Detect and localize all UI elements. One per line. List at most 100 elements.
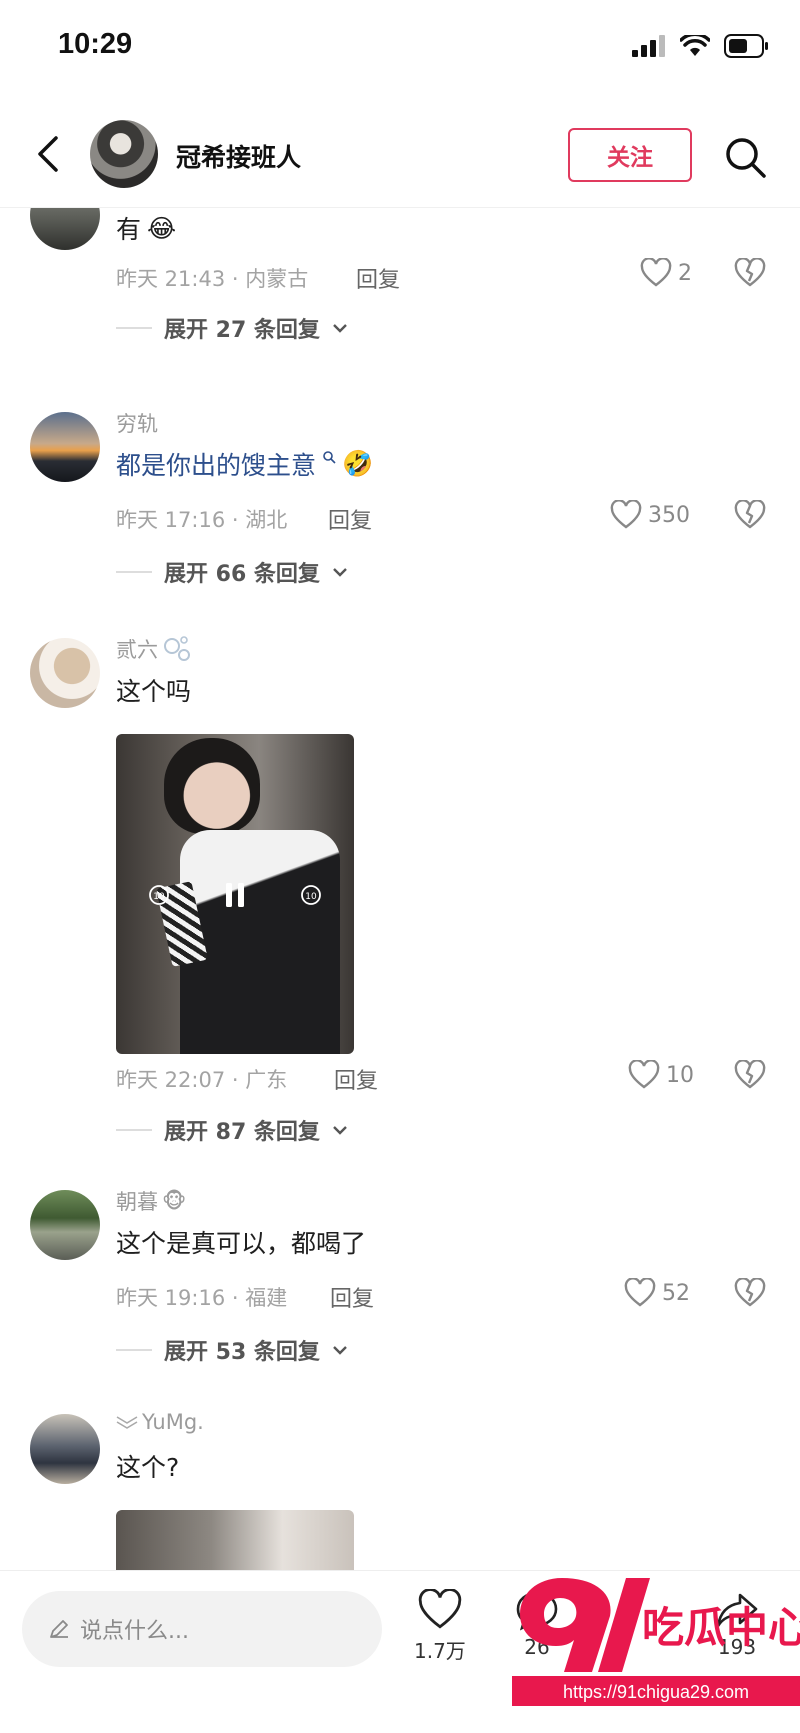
author-name[interactable]: 冠希接班人	[176, 138, 301, 174]
comment-input[interactable]: 说点什么...	[22, 1591, 382, 1667]
comment-meta: 昨天 19:16 · 福建	[116, 1286, 288, 1310]
watermark-url: https://91chigua29.com	[563, 1682, 749, 1702]
comment-text[interactable]: 这个是真可以，都喝了	[116, 1224, 366, 1260]
svg-text:10: 10	[305, 892, 317, 902]
back-button[interactable]	[30, 132, 70, 176]
dislike-button[interactable]	[734, 1277, 766, 1310]
watermark-text: 吃瓜中心	[642, 1603, 800, 1652]
expand-replies[interactable]: 展开 27 条回复	[116, 312, 348, 344]
heart-icon	[628, 1060, 660, 1089]
watermark: 吃瓜中心 https://91chigua29.com	[512, 1572, 800, 1712]
signal-icon	[632, 35, 665, 57]
comment-text-content: 都是你出的馊主意	[116, 451, 317, 480]
chevron-down-icon	[333, 568, 347, 577]
broken-heart-icon	[734, 1277, 766, 1307]
like-button[interactable]: 10	[628, 1060, 694, 1090]
emoji: 🤣	[342, 449, 374, 478]
watermark-logo: 吃瓜中心 https://91chigua29.com	[512, 1578, 800, 1706]
emoji: 😂	[147, 213, 177, 243]
dislike-button[interactable]	[734, 1059, 766, 1092]
reply-button[interactable]: 回复	[334, 1063, 378, 1095]
expand-replies[interactable]: 展开 87 条回复	[116, 1114, 348, 1146]
comment-username[interactable]: 朝暮 🐵	[116, 1186, 186, 1216]
broken-heart-icon	[734, 257, 766, 287]
like-action[interactable]: 1.7万	[414, 1589, 466, 1664]
username-text: YuMg.	[142, 1410, 204, 1434]
broken-heart-icon	[734, 1059, 766, 1089]
heart-icon	[418, 1589, 462, 1629]
comment-text[interactable]: 有 😂	[116, 210, 176, 246]
divider-line	[116, 1129, 152, 1131]
comment-username[interactable]: 贰六	[116, 634, 192, 664]
username-text: 贰六	[116, 638, 158, 662]
like-button[interactable]: 52	[624, 1278, 690, 1308]
video-thumbnail[interactable]	[116, 1510, 354, 1570]
reply-button[interactable]: 回复	[328, 503, 372, 535]
expand-label: 展开 87 条回复	[164, 1120, 320, 1145]
like-count: 2	[678, 260, 692, 286]
reply-button[interactable]: 回复	[356, 262, 400, 294]
comment-meta: 昨天 21:43 · 内蒙古	[116, 267, 309, 291]
search-button[interactable]	[722, 134, 768, 180]
bubbles-icon	[164, 636, 190, 661]
like-count: 350	[648, 502, 690, 528]
follow-button[interactable]: 关注	[568, 128, 692, 182]
status-icons	[632, 34, 770, 58]
comment-text-content: 有	[116, 215, 142, 244]
like-count: 52	[662, 1280, 690, 1306]
rewind-10-icon[interactable]: 10	[148, 884, 170, 906]
monkey-emoji: 🐵	[162, 1189, 187, 1213]
reply-button[interactable]: 回复	[330, 1281, 374, 1313]
video-figure	[164, 738, 260, 834]
chevron-down-icon	[333, 1126, 347, 1135]
heart-icon	[610, 500, 642, 529]
comment-text[interactable]: 都是你出的馊主意 🤣	[116, 446, 373, 482]
like-count: 1.7万	[414, 1639, 466, 1663]
chevron-down-icon	[333, 324, 347, 333]
heart-icon	[624, 1278, 656, 1307]
like-button[interactable]: 350	[610, 500, 690, 530]
battery-icon	[724, 34, 768, 58]
avatar[interactable]	[30, 1414, 100, 1484]
chevron-down-icon	[333, 1346, 347, 1355]
divider-line	[116, 571, 152, 573]
divider-line	[116, 1349, 152, 1351]
comment-username[interactable]: 穷轨	[116, 408, 158, 438]
divider-line	[116, 327, 152, 329]
pencil-icon	[50, 1620, 68, 1638]
search-icon	[726, 138, 766, 178]
status-time: 10:29	[58, 28, 133, 60]
expand-label: 展开 53 条回复	[164, 1340, 320, 1365]
like-button[interactable]: 2	[640, 258, 692, 288]
expand-replies[interactable]: 展开 66 条回复	[116, 556, 348, 588]
avatar[interactable]	[30, 208, 100, 250]
dislike-button[interactable]	[734, 257, 766, 290]
chevron-left-icon	[38, 136, 58, 172]
username-text: 朝暮	[116, 1190, 158, 1214]
username-text: 穷轨	[116, 412, 158, 436]
expand-label: 展开 27 条回复	[164, 318, 320, 343]
forward-10-icon[interactable]: 10	[300, 884, 322, 906]
expand-replies[interactable]: 展开 53 条回复	[116, 1334, 348, 1366]
avatar[interactable]	[30, 412, 100, 482]
video-controls: 10 10	[116, 882, 354, 908]
broken-heart-icon	[734, 499, 766, 529]
comment-list: 有 😂 昨天 21:43 · 内蒙古 回复 2 展开 27 条回复 穷轨 都是你…	[0, 208, 800, 1570]
comment-meta: 昨天 17:16 · 湖北	[116, 508, 288, 532]
dislike-button[interactable]	[734, 499, 766, 532]
comment-username[interactable]: YuMg.	[116, 1410, 204, 1434]
pause-icon[interactable]	[224, 882, 246, 908]
avatar[interactable]	[30, 638, 100, 708]
comment-text[interactable]: 这个吗	[116, 672, 191, 708]
header: 冠希接班人 关注	[0, 100, 800, 208]
author-avatar[interactable]	[90, 120, 158, 188]
comment-meta: 昨天 22:07 · 广东	[116, 1068, 288, 1092]
svg-text:10: 10	[153, 892, 165, 902]
avatar[interactable]	[30, 1190, 100, 1260]
comment-text[interactable]: 这个?	[116, 1448, 179, 1484]
chevron-icon	[116, 1416, 138, 1429]
video-thumbnail[interactable]: 10 10	[116, 734, 354, 1054]
like-count: 10	[666, 1062, 694, 1088]
status-bar: 10:29	[0, 0, 800, 100]
search-icon	[323, 451, 336, 464]
